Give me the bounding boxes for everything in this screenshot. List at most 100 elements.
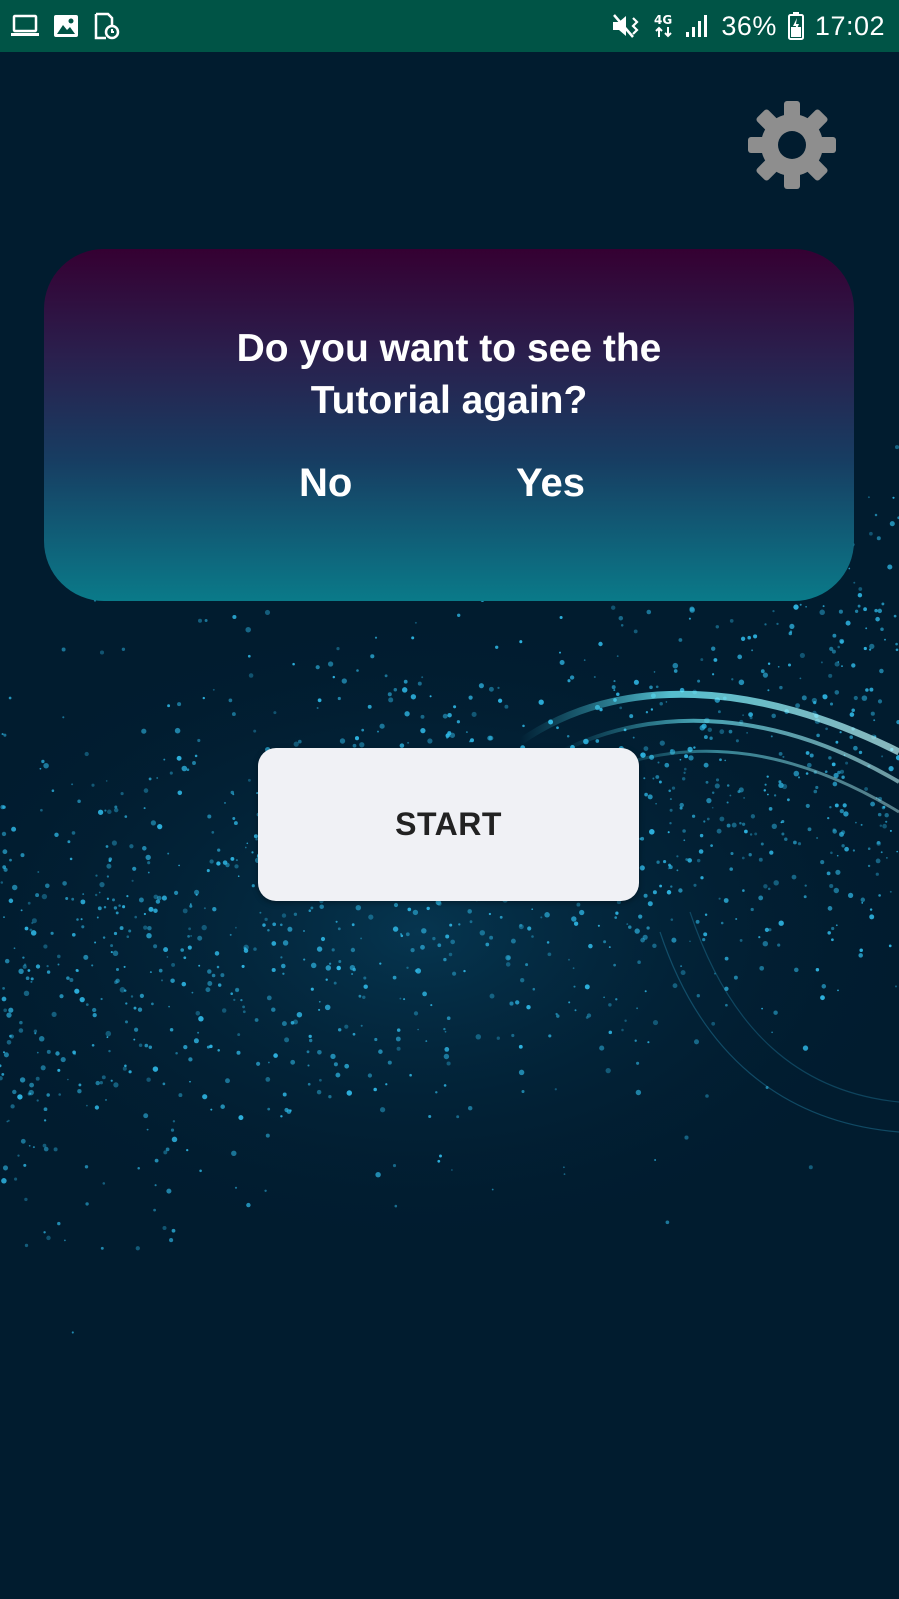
particle-dot — [858, 750, 863, 755]
particle-dot — [634, 928, 640, 934]
particle-dot — [50, 931, 54, 935]
particle-dot — [188, 1057, 193, 1062]
particle-dot — [45, 883, 50, 889]
no-button[interactable]: No — [299, 461, 352, 506]
particle-dot — [57, 954, 61, 959]
particle-dot — [437, 901, 442, 906]
particle-dot — [3, 1052, 9, 1058]
particle-dot — [242, 1005, 246, 1009]
particle-dot — [457, 613, 461, 617]
particle-dot — [877, 812, 882, 817]
particle-dot — [511, 1033, 515, 1038]
particle-dot — [540, 916, 543, 919]
particle-dot — [731, 678, 734, 681]
particle-dot — [598, 641, 603, 647]
start-button[interactable]: START — [258, 748, 639, 901]
particle-dot — [851, 663, 856, 668]
particle-dot — [634, 1039, 637, 1042]
particle-dot — [71, 932, 76, 937]
particle-dot — [192, 761, 196, 765]
particle-dot — [729, 867, 733, 871]
particle-dot — [671, 937, 677, 943]
particle-dot — [693, 1039, 700, 1045]
particle-dot — [23, 990, 30, 997]
particle-dot — [220, 1104, 225, 1109]
particle-dot — [746, 732, 748, 734]
particle-dot — [81, 925, 85, 929]
particle-dot — [24, 1243, 29, 1248]
particle-dot — [778, 920, 784, 926]
particle-dot — [407, 907, 412, 912]
particle-dot — [77, 1088, 82, 1094]
yes-button[interactable]: Yes — [516, 461, 585, 506]
settings-gear-icon[interactable] — [747, 100, 837, 190]
particle-dot — [43, 1146, 49, 1152]
particle-dot — [836, 854, 839, 857]
particle-dot — [146, 932, 152, 939]
particle-dot — [102, 936, 106, 939]
particle-dot — [837, 989, 839, 992]
particle-dot — [689, 940, 691, 943]
particle-dot — [443, 1084, 447, 1087]
particle-dot — [148, 1045, 153, 1049]
particle-dot — [142, 846, 147, 851]
particle-dot — [325, 965, 332, 971]
particle-dot — [105, 845, 109, 848]
particle-dot — [125, 1002, 128, 1005]
particle-dot — [198, 1016, 204, 1022]
particle-dot — [367, 1073, 373, 1078]
particle-dot — [149, 971, 152, 974]
particle-dot — [563, 1166, 565, 1169]
particle-dot — [786, 798, 790, 802]
particle-dot — [94, 1105, 100, 1110]
particle-dot — [6, 1012, 12, 1018]
particle-dot — [667, 831, 670, 834]
particle-dot — [83, 954, 89, 960]
particle-dot — [236, 1050, 241, 1055]
particle-dot — [188, 927, 192, 931]
particle-dot — [547, 952, 552, 957]
battery-charging-icon — [787, 11, 805, 41]
particle-dot — [214, 951, 220, 956]
particle-dot — [204, 619, 208, 622]
particle-dot — [23, 963, 27, 966]
particle-dot — [885, 820, 888, 823]
particle-dot — [1, 831, 7, 837]
particle-dot — [403, 998, 406, 1001]
particle-dot — [452, 971, 457, 976]
particle-dot — [780, 821, 783, 824]
particle-dot — [105, 1098, 107, 1101]
particle-dot — [421, 676, 424, 679]
particle-dot — [124, 1020, 129, 1024]
particle-dot — [428, 1114, 432, 1119]
particle-dot — [401, 687, 408, 693]
particle-dot — [489, 935, 494, 940]
particle-dot — [443, 1027, 446, 1031]
particle-dot — [308, 1034, 312, 1039]
particle-dot — [362, 995, 366, 1000]
particle-dot — [593, 675, 596, 679]
particle-dot — [628, 925, 632, 929]
particle-dot — [325, 978, 328, 981]
particle-dot — [881, 755, 884, 758]
particle-dot — [240, 998, 243, 1002]
particle-dot — [271, 967, 276, 973]
particle-dot — [430, 1004, 433, 1007]
particle-dot — [35, 964, 41, 969]
particle-dot — [443, 1053, 450, 1060]
particle-dot — [458, 923, 461, 926]
particle-dot — [614, 916, 617, 919]
particle-dot — [108, 859, 112, 863]
particle-dot — [700, 658, 704, 662]
particle-dot — [829, 702, 834, 706]
particle-dot — [695, 919, 700, 924]
network-4g-icon: 4G — [653, 12, 675, 40]
particle-dot — [20, 909, 23, 912]
particle-dot — [834, 803, 839, 808]
particle-dot — [393, 902, 399, 908]
particle-dot — [207, 969, 212, 974]
particle-dot — [743, 797, 745, 799]
particle-dot — [711, 646, 716, 651]
particle-dot — [724, 759, 727, 762]
particle-dot — [673, 669, 678, 673]
